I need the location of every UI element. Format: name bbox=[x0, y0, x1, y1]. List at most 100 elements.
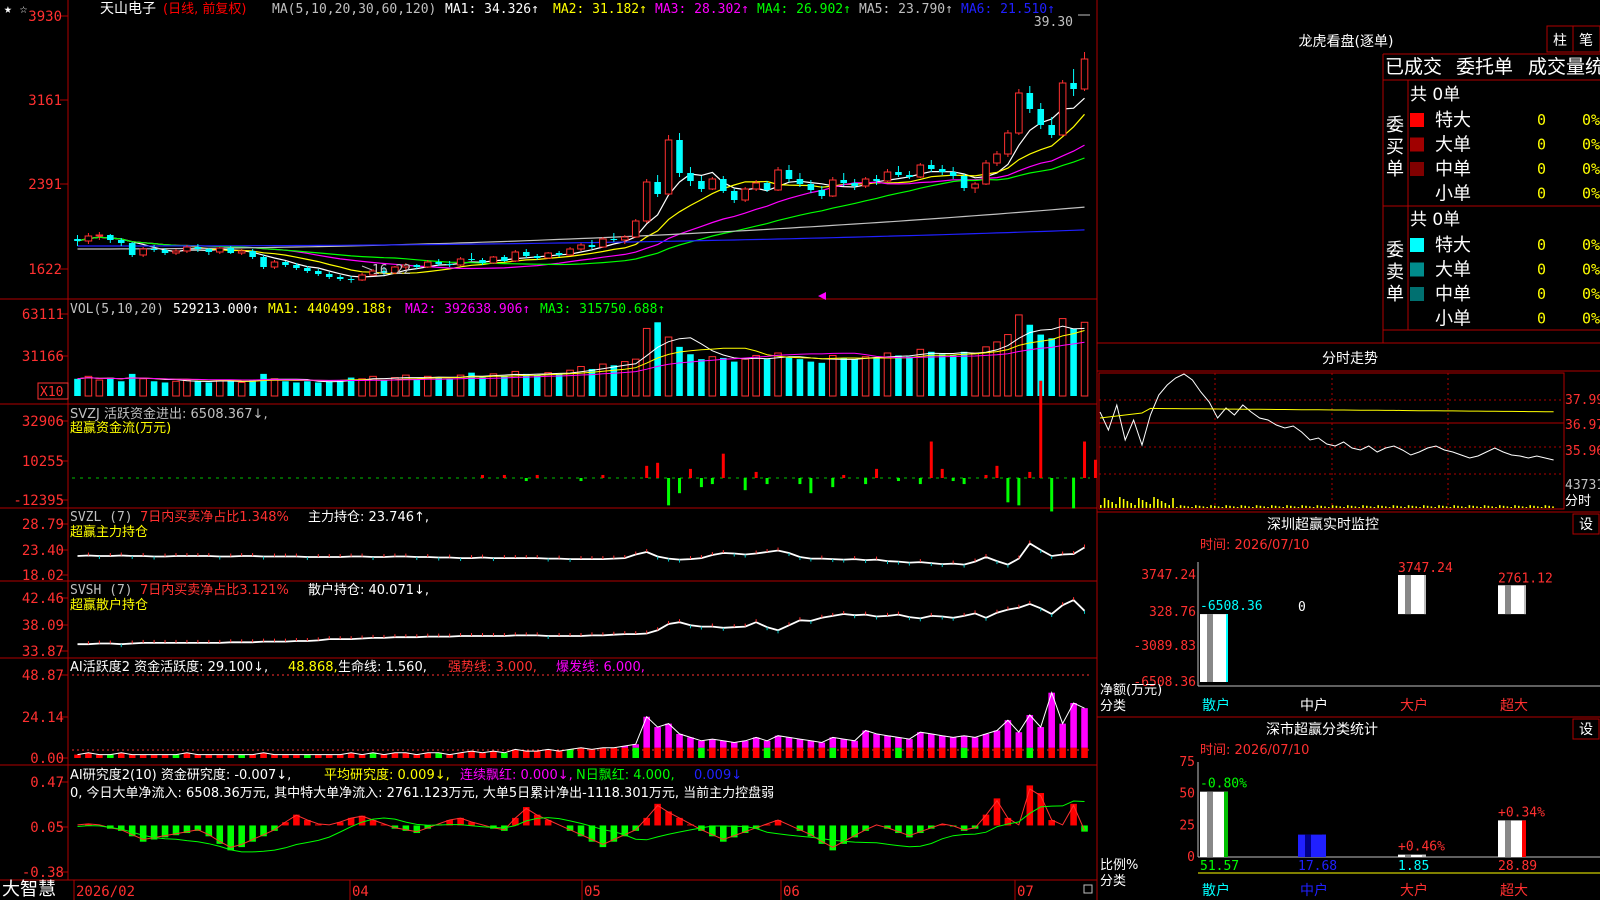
activity-base-bar[interactable] bbox=[949, 747, 957, 758]
candle[interactable] bbox=[828, 177, 837, 197]
volume-bar[interactable] bbox=[315, 382, 322, 396]
research-bar[interactable] bbox=[1026, 785, 1034, 826]
activity-base-bar[interactable] bbox=[960, 747, 968, 758]
activity-base-bar[interactable] bbox=[676, 747, 683, 758]
volume-bar[interactable] bbox=[676, 346, 683, 396]
activity-base-bar[interactable] bbox=[610, 747, 618, 758]
candle[interactable] bbox=[916, 163, 925, 178]
activity-base-bar[interactable] bbox=[665, 747, 672, 758]
volume-bar[interactable] bbox=[150, 381, 158, 396]
activity-bar[interactable] bbox=[752, 737, 760, 748]
activity-bar[interactable] bbox=[807, 740, 815, 748]
candle[interactable] bbox=[139, 247, 147, 257]
activity-base-bar[interactable] bbox=[512, 749, 519, 758]
activity-base-bar[interactable] bbox=[1059, 747, 1066, 758]
money-flow-bar[interactable] bbox=[864, 478, 868, 485]
activity-base-bar[interactable] bbox=[982, 747, 990, 758]
activity-base-bar[interactable] bbox=[533, 751, 541, 758]
volume-bar[interactable] bbox=[380, 380, 388, 396]
activity-base-bar[interactable] bbox=[774, 747, 782, 758]
money-flow-bar[interactable] bbox=[896, 478, 900, 482]
volume-bar[interactable] bbox=[927, 351, 935, 396]
activity-base-bar[interactable] bbox=[522, 751, 530, 758]
money-flow-bar[interactable] bbox=[1017, 478, 1021, 506]
money-flow-bar[interactable] bbox=[765, 478, 769, 485]
activity-base-bar[interactable] bbox=[763, 747, 771, 758]
volume-bar[interactable] bbox=[807, 361, 815, 396]
money-flow-bar[interactable] bbox=[940, 468, 944, 478]
volume-bar[interactable] bbox=[95, 379, 104, 397]
volume-bar[interactable] bbox=[840, 357, 847, 396]
volume-bar[interactable] bbox=[621, 361, 629, 397]
activity-base-bar[interactable] bbox=[544, 749, 552, 758]
candle[interactable] bbox=[511, 250, 520, 262]
candle[interactable] bbox=[664, 135, 673, 195]
money-flow-bar[interactable] bbox=[962, 478, 966, 485]
volume-bar[interactable] bbox=[1015, 314, 1023, 397]
activity-bar[interactable] bbox=[741, 740, 749, 748]
activity-base-bar[interactable] bbox=[895, 747, 902, 758]
activity-base-bar[interactable] bbox=[906, 747, 913, 758]
header-tab[interactable]: 已成交 bbox=[1385, 56, 1442, 78]
volume-bar[interactable] bbox=[413, 378, 421, 396]
volume-bar[interactable] bbox=[304, 381, 311, 396]
volume-bar[interactable] bbox=[84, 375, 93, 397]
volume-bar[interactable] bbox=[501, 376, 508, 396]
volume-bar[interactable] bbox=[883, 352, 892, 397]
activity-bar[interactable] bbox=[654, 727, 661, 748]
activity-base-bar[interactable] bbox=[621, 747, 629, 758]
research-bar[interactable] bbox=[982, 814, 990, 826]
activity-bar[interactable] bbox=[1004, 720, 1012, 748]
activity-base-bar[interactable] bbox=[643, 747, 650, 758]
volume-bar[interactable] bbox=[818, 362, 826, 396]
volume-bar[interactable] bbox=[555, 373, 563, 396]
volume-bar[interactable] bbox=[730, 361, 738, 396]
candle[interactable] bbox=[260, 255, 267, 269]
header-tab[interactable]: 委托单 bbox=[1456, 56, 1513, 78]
volume-bar[interactable] bbox=[446, 378, 453, 396]
money-flow-bar[interactable] bbox=[951, 478, 955, 482]
volume-bar[interactable] bbox=[938, 354, 946, 396]
money-flow-bar[interactable] bbox=[995, 465, 999, 478]
activity-base-bar[interactable] bbox=[752, 747, 760, 758]
volume-bar[interactable] bbox=[511, 370, 520, 397]
volume-bar[interactable] bbox=[435, 377, 442, 396]
money-flow-bar[interactable] bbox=[1028, 471, 1032, 478]
money-flow-bar[interactable] bbox=[535, 474, 539, 478]
money-flow-bar[interactable] bbox=[601, 474, 605, 478]
activity-base-bar[interactable] bbox=[588, 749, 596, 758]
volume-bar[interactable] bbox=[205, 382, 213, 396]
volume-bar[interactable] bbox=[720, 357, 727, 396]
volume-bar[interactable] bbox=[588, 368, 596, 396]
activity-bar[interactable] bbox=[676, 733, 683, 748]
activity-bar[interactable] bbox=[938, 735, 946, 748]
volume-bar[interactable] bbox=[982, 346, 990, 397]
money-flow-bar[interactable] bbox=[579, 478, 583, 482]
activity-base-bar[interactable] bbox=[490, 751, 497, 758]
money-flow-bar[interactable] bbox=[480, 474, 484, 478]
activity-base-bar[interactable] bbox=[884, 747, 891, 758]
money-flow-bar[interactable] bbox=[842, 474, 846, 478]
volume-bar[interactable] bbox=[282, 381, 289, 396]
activity-base-bar[interactable] bbox=[1015, 747, 1023, 758]
activity-base-bar[interactable] bbox=[829, 747, 837, 758]
activity-base-bar[interactable] bbox=[873, 747, 880, 758]
activity-bar[interactable] bbox=[993, 730, 1001, 748]
class-bar[interactable] bbox=[1200, 791, 1228, 857]
volume-bar[interactable] bbox=[107, 377, 114, 396]
volume-bar[interactable] bbox=[763, 359, 771, 396]
money-flow-bar[interactable] bbox=[502, 474, 506, 478]
candle[interactable] bbox=[982, 160, 990, 185]
activity-base-bar[interactable] bbox=[687, 747, 694, 758]
candle[interactable] bbox=[544, 252, 552, 259]
volume-bar[interactable] bbox=[161, 382, 169, 396]
volume-bar[interactable] bbox=[336, 380, 344, 396]
candle[interactable] bbox=[1015, 89, 1023, 135]
volume-bar[interactable] bbox=[215, 379, 224, 397]
activity-base-bar[interactable] bbox=[1026, 747, 1034, 758]
money-flow-bar[interactable] bbox=[1072, 478, 1076, 509]
money-flow-bar[interactable] bbox=[721, 453, 725, 478]
volume-bar[interactable] bbox=[741, 358, 749, 397]
volume-bar[interactable] bbox=[1058, 318, 1067, 397]
money-flow-bar[interactable] bbox=[1006, 478, 1010, 503]
